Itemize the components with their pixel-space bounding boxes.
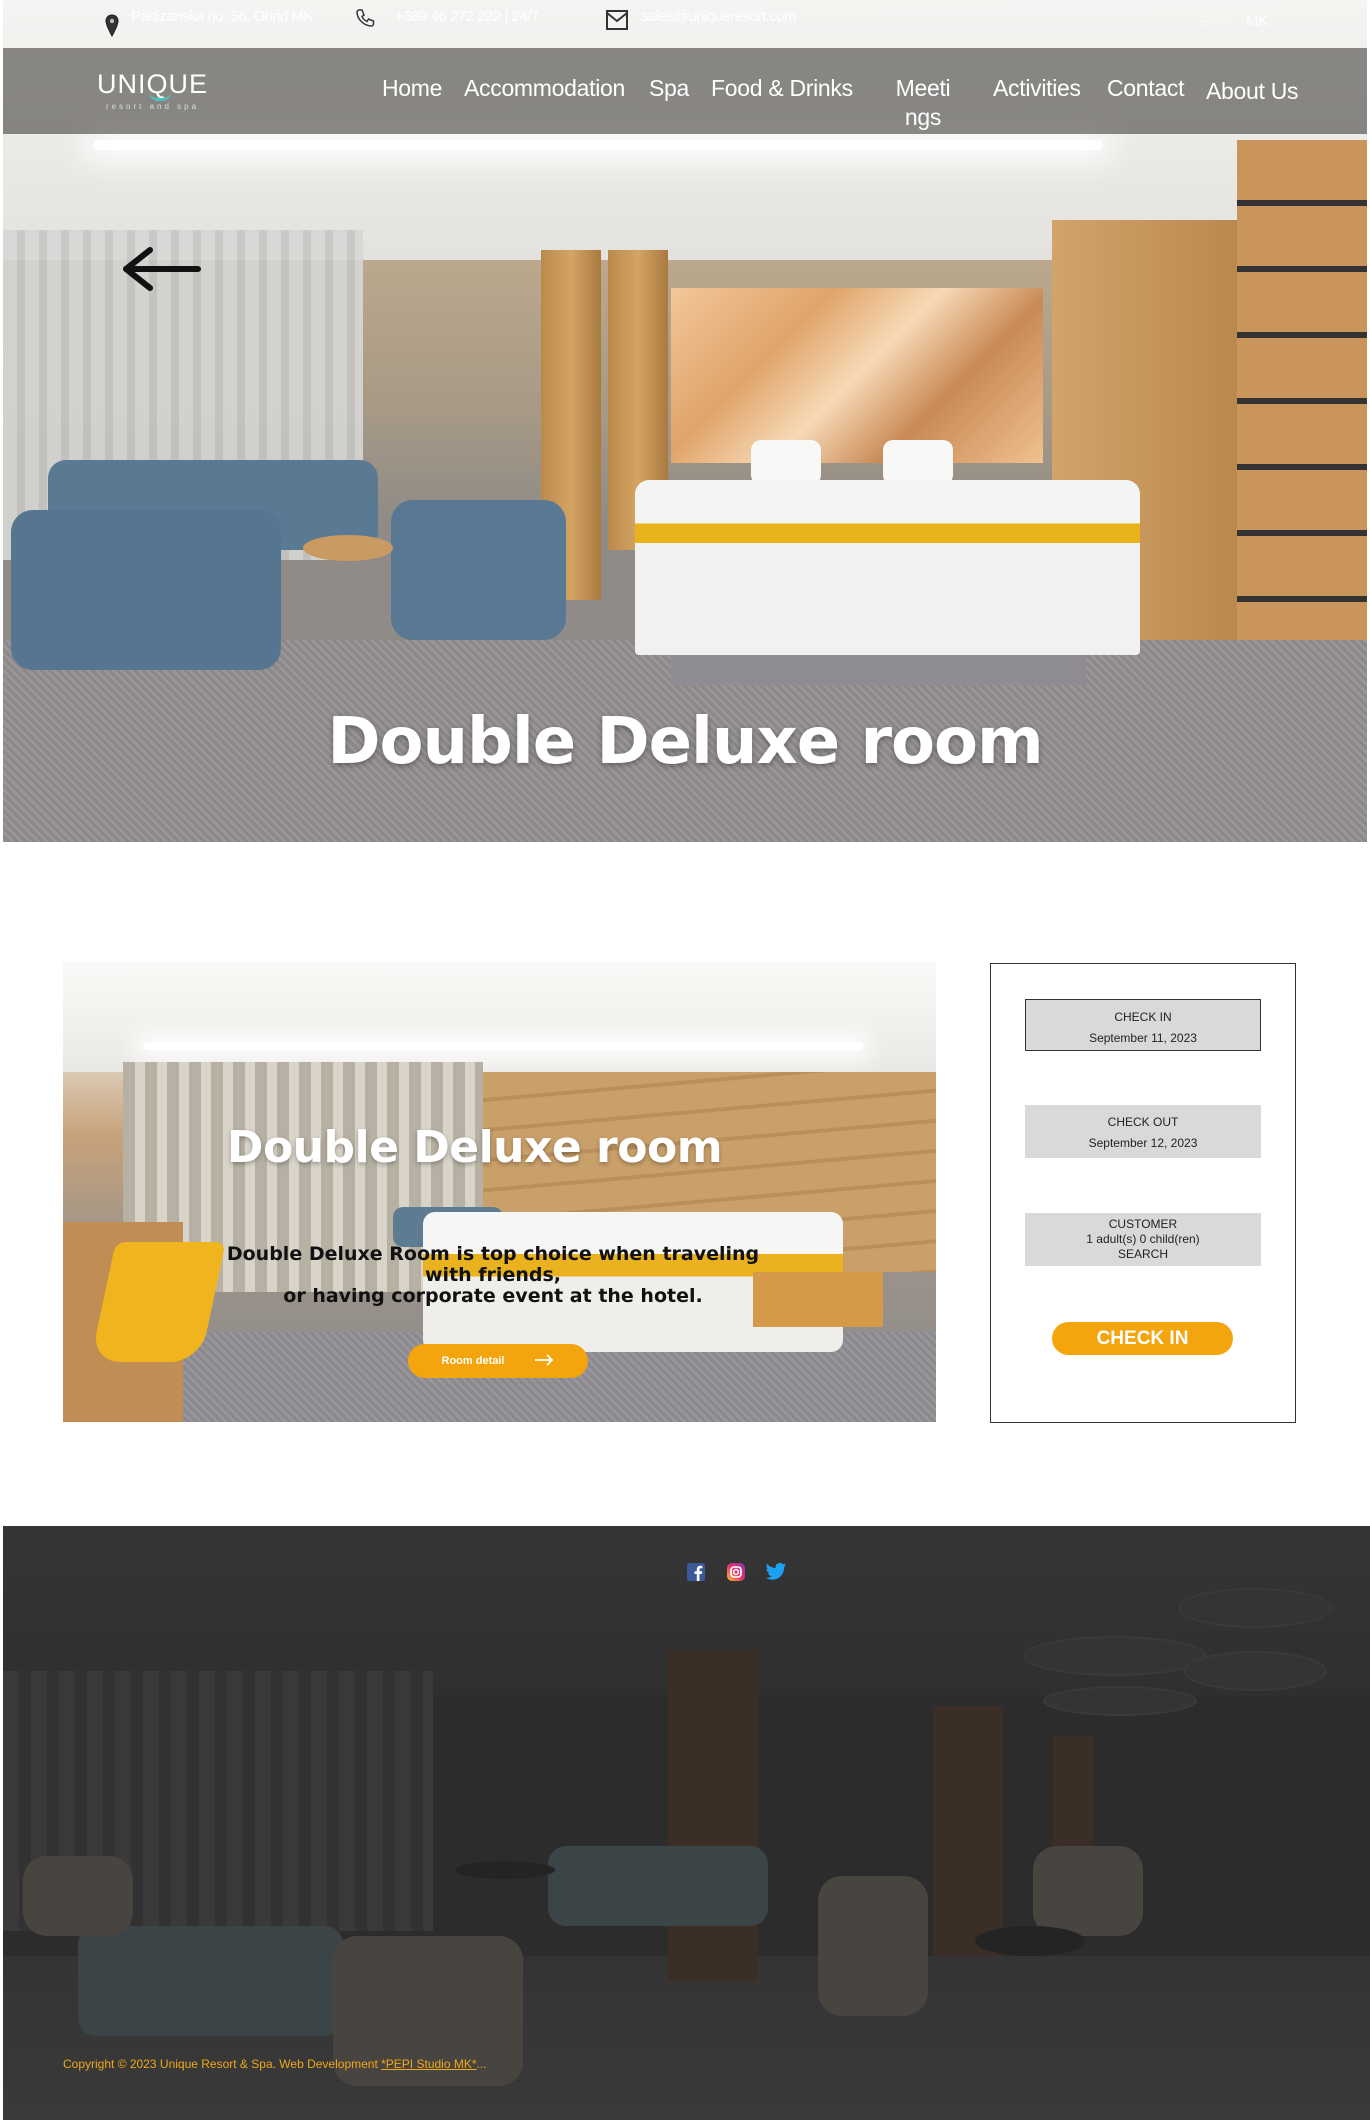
facebook-icon[interactable] [685,1561,707,1583]
room-image-light [143,1042,863,1050]
footer-pillar [668,1651,758,1981]
hero-art-wall [671,288,1043,463]
customer-label: CUSTOMER [1108,1217,1178,1231]
room-image-ceiling [63,962,936,1072]
developer-link[interactable]: *PEPI Studio MK* [381,2057,476,2071]
checkout-field[interactable]: CHECK OUT September 12, 2023 [1025,1105,1261,1158]
copyright-text: Copyright © 2023 Unique Resort & Spa. We… [63,2057,487,2071]
footer-armchair [1033,1846,1143,1936]
hero-armchair [11,510,281,670]
room-title: Double Deluxe room [226,1122,723,1173]
copyright-ellipsis: ... [476,2057,487,2071]
room-card: Double Deluxe room Double Deluxe Room is… [63,962,936,1422]
envelope-icon [605,9,629,35]
footer-armchair [23,1856,133,1936]
hero-coffee-table [303,535,393,561]
top-info-bar: Partizanska no. 56, Ohrid MK +389 46 272… [3,0,1367,46]
footer-table [455,1861,555,1879]
footer-sofa [548,1846,768,1926]
checkin-value: September 11, 2023 [1089,1031,1197,1045]
customer-value: 1 adult(s) 0 child(ren) [1086,1232,1200,1246]
footer-armchair [818,1876,928,2016]
arrow-left-icon[interactable] [122,244,202,299]
email-item[interactable]: sales@uniqueresort.com [605,8,797,35]
lang-eng[interactable]: ENG [1198,13,1231,30]
address-text: Partizanska no. 56, Ohrid MK [131,8,313,25]
arrow-right-icon [534,1353,554,1369]
customer-field[interactable]: CUSTOMER 1 adult(s) 0 child(ren) SEARCH [1025,1213,1261,1266]
main-navbar: UNIQUE resort and spa Home Accommodation… [3,48,1367,134]
twitter-icon[interactable] [765,1561,787,1583]
hero-pillow [883,440,953,485]
hero-ceiling-light [93,140,1103,150]
hero-title: Double Deluxe room [327,704,1043,779]
phone-text[interactable]: +389 46 272 222 | 24/7 [387,8,547,26]
footer-sofa [78,1926,343,2036]
room-description-line: with friends, [425,1264,561,1286]
phone-icon [355,8,375,32]
footer-ceiling-light [1023,1636,1207,1676]
footer-pillar [933,1706,1003,1956]
checkin-field[interactable]: CHECK IN September 11, 2023 [1025,999,1261,1051]
booking-panel: CHECK IN September 11, 2023 CHECK OUT Se… [990,963,1296,1423]
footer-ceiling-light [1178,1588,1332,1628]
location-pin-icon [105,14,119,42]
check-in-button[interactable]: CHECK IN [1052,1322,1233,1355]
footer [3,1526,1370,2120]
copyright-prefix: Copyright © 2023 Unique Resort & Spa. We… [63,2057,382,2071]
room-description-line: or having corporate event at the hotel. [283,1285,703,1307]
social-links [685,1561,787,1583]
phone-item[interactable]: +389 46 272 222 | 24/7 [355,8,547,32]
instagram-icon[interactable] [725,1561,747,1583]
nav-accommodation[interactable]: Accommodation [464,74,625,103]
checkout-value: September 12, 2023 [1088,1136,1198,1150]
nav-about-us[interactable]: About Us [1206,77,1299,106]
nav-meetings-line1: Meeti [895,75,951,101]
hero-bed-base [671,655,1086,685]
nav-home[interactable]: Home [382,74,442,103]
address-item: Partizanska no. 56, Ohrid MK [105,8,313,42]
footer-ceiling-light [1043,1686,1197,1716]
nav-spa[interactable]: Spa [649,74,689,103]
hero-bed [635,480,1140,655]
room-description-line: Double Deluxe Room is top choice when tr… [226,1243,760,1265]
checkin-label: CHECK IN [1114,1010,1172,1024]
logo-wave-icon [149,92,171,101]
footer-table [975,1926,1085,1956]
room-image-nightstand [753,1272,883,1327]
hero-pillow [751,440,821,485]
nav-meetings[interactable]: Meeti ngs [893,74,953,132]
room-detail-label: Room detail [441,1355,505,1367]
logo[interactable]: UNIQUE resort and spa [97,70,208,111]
email-text[interactable]: sales@uniqueresort.com [641,8,797,26]
nav-activities[interactable]: Activities [993,74,1081,103]
room-description: Double Deluxe Room is top choice when tr… [223,1244,763,1307]
search-label[interactable]: SEARCH [1025,1247,1261,1262]
hero-armchair [391,500,566,640]
checkout-label: CHECK OUT [1107,1115,1179,1129]
lang-mk[interactable]: MK [1246,13,1269,30]
nav-food-drinks[interactable]: Food & Drinks [711,74,853,103]
room-detail-button[interactable]: Room detail [408,1344,588,1378]
nav-meetings-line2: ngs [904,104,942,130]
logo-tagline: resort and spa [105,102,200,111]
footer-ceiling-light [1183,1651,1327,1691]
nav-contact[interactable]: Contact [1107,74,1184,103]
